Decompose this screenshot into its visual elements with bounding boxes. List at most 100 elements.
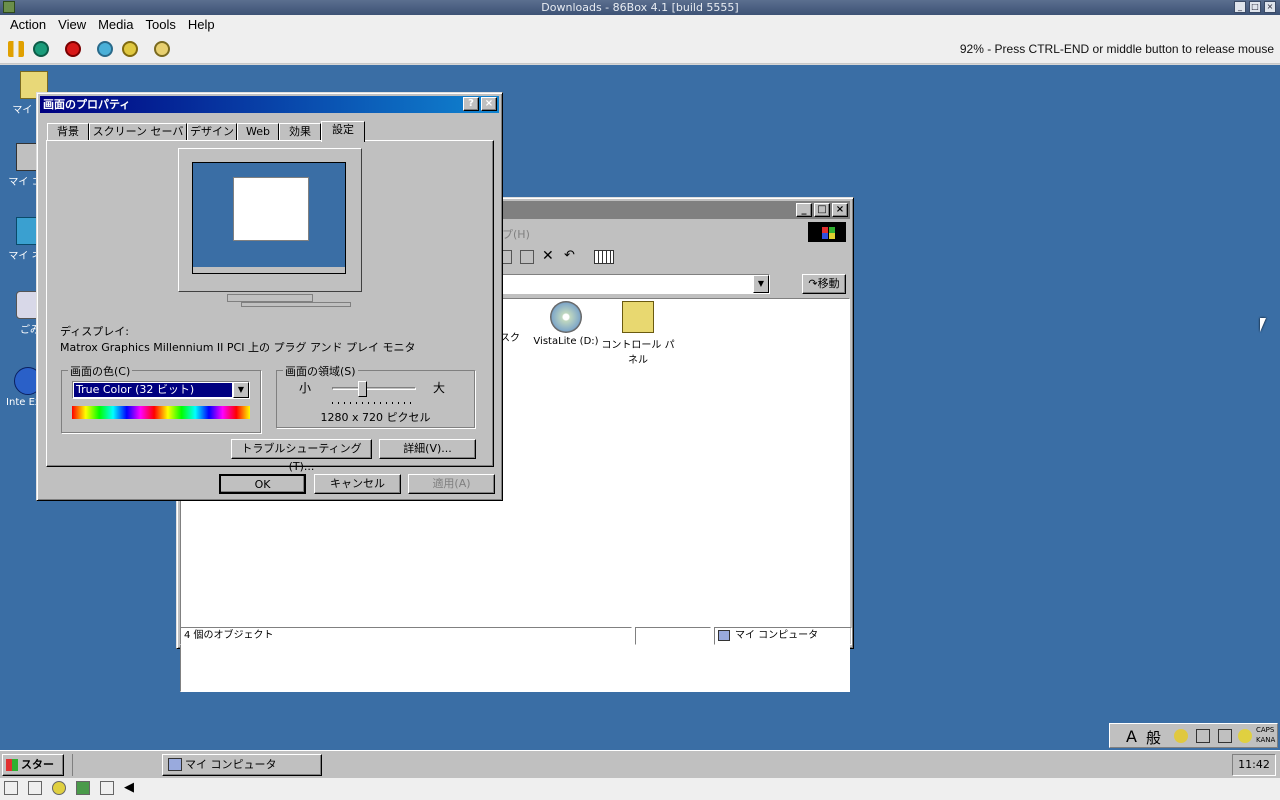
tab-effects[interactable]: 効果 — [279, 123, 321, 141]
ime-toolbar: A 般 CAPS KANA — [1109, 723, 1278, 748]
tab-design[interactable]: デザイン — [187, 123, 237, 141]
quick-launch — [72, 754, 152, 776]
monitor-base — [241, 302, 351, 307]
status-location: マイ コンピュータ — [714, 627, 852, 645]
colors-select[interactable]: True Color (32 ビット) ▼ — [72, 381, 250, 399]
colors-group: 画面の色(C) True Color (32 ビット) ▼ — [61, 363, 261, 433]
tab-web[interactable]: Web — [237, 123, 279, 141]
troubleshoot-button[interactable]: トラブルシューティング(T)... — [231, 439, 372, 473]
drive-item-vistalite[interactable]: VistaLite (D:) — [527, 301, 605, 347]
close-button[interactable]: × — [481, 97, 497, 111]
floppy-drive-2-icon[interactable] — [28, 781, 42, 795]
resolution-value: 1280 x 720 ピクセル — [320, 411, 431, 424]
floppy-drive-icon[interactable] — [4, 781, 18, 795]
menu-action[interactable]: Action — [4, 15, 52, 34]
pause-icon[interactable] — [8, 41, 24, 57]
explorer-statusbar: 4 個のオブジェクト マイ コンピュータ — [180, 627, 852, 645]
screen-area-group: 画面の領域(S) 小 大 1280 x 720 ピクセル — [276, 363, 475, 428]
hard-disk-icon[interactable] — [76, 781, 90, 795]
cdrom-icon[interactable] — [52, 781, 66, 795]
ok-button[interactable]: OK — [219, 474, 306, 494]
preview-screen — [192, 162, 346, 274]
ime-conversion-label[interactable]: 般 — [1146, 727, 1161, 748]
host-window-title: Downloads - 86Box 4.1 [build 5555] — [541, 1, 739, 14]
menu-help[interactable]: プ(H) — [502, 226, 530, 242]
computer-icon — [718, 630, 730, 641]
ime-mode-label[interactable]: A — [1126, 727, 1137, 746]
preview-window — [233, 177, 309, 241]
preview-taskbar — [193, 267, 345, 273]
object-count: 4 個のオブジェクト — [180, 627, 632, 645]
taskbar-task-my-computer[interactable]: マイ コンピュータ — [162, 754, 322, 776]
maximize-button[interactable]: □ — [814, 203, 830, 217]
ime-help-icon[interactable] — [1238, 729, 1252, 743]
caps-indicator: CAPS — [1256, 726, 1275, 734]
settings-panel: ディスプレイ: Matrox Graphics Millennium II PC… — [46, 140, 494, 473]
mouse-status-text: 92% - Press CTRL-END or middle button to… — [959, 42, 1274, 56]
tab-settings[interactable]: 設定 — [321, 121, 365, 142]
go-button[interactable]: ↷移動 — [802, 274, 846, 294]
slider-ticks — [332, 402, 416, 404]
close-button[interactable]: × — [1264, 1, 1276, 13]
slider-thumb[interactable] — [358, 381, 367, 397]
minimize-button[interactable]: _ — [796, 203, 812, 217]
monitor-stand — [227, 294, 313, 302]
reset-icon[interactable] — [33, 41, 49, 57]
ime-dict-icon[interactable] — [1218, 729, 1232, 743]
host-toolbar: 92% - Press CTRL-END or middle button to… — [0, 34, 1280, 64]
apply-button[interactable]: 適用(A) — [408, 474, 495, 494]
control-panel-icon — [622, 301, 654, 333]
computer-icon — [168, 758, 182, 771]
windows-logo-icon — [808, 222, 846, 242]
kana-indicator: KANA — [1256, 736, 1276, 744]
network-icon[interactable] — [100, 781, 114, 795]
monitor-preview — [178, 148, 362, 292]
cd-drive-icon — [550, 301, 582, 333]
views-icon[interactable] — [594, 250, 614, 264]
menu-view[interactable]: View — [52, 15, 92, 34]
system-tray-clock[interactable]: 11:42 — [1232, 754, 1276, 776]
slider-track — [332, 387, 416, 390]
host-menubar: Action View Media Tools Help — [0, 15, 1280, 34]
host-title-bar: Downloads - 86Box 4.1 [build 5555] _ □ × — [0, 0, 1280, 15]
screen-area-label: 画面の領域(S) — [283, 363, 358, 379]
ime-pad-icon[interactable] — [1196, 729, 1210, 743]
mouse-cursor-icon — [1260, 318, 1266, 332]
ime-tool-icon[interactable] — [1174, 729, 1188, 743]
control-panel-item[interactable]: コントロール パネル — [599, 301, 677, 366]
undo-icon[interactable] — [520, 250, 534, 264]
menu-media[interactable]: Media — [92, 15, 139, 34]
settings-icon[interactable] — [154, 41, 170, 57]
ctrl-alt-esc-icon[interactable] — [122, 41, 138, 57]
status-blank — [635, 627, 711, 645]
ctrl-alt-del-icon[interactable] — [97, 41, 113, 57]
display-properties-dialog: 画面のプロパティ ? × 背景 スクリーン セーバー デザイン Web 効果 設… — [36, 92, 503, 501]
advanced-button[interactable]: 詳細(V)... — [379, 439, 476, 459]
color-spectrum-bar — [72, 406, 250, 419]
menu-help[interactable]: Help — [182, 15, 221, 34]
sound-icon[interactable]: ◀ — [124, 781, 138, 795]
tab-background[interactable]: 背景 — [47, 123, 89, 141]
menu-tools[interactable]: Tools — [140, 15, 182, 34]
dialog-title: 画面のプロパティ — [43, 98, 131, 111]
chevron-down-icon[interactable]: ▼ — [233, 382, 249, 398]
start-button[interactable]: スタート — [2, 754, 64, 791]
redo-icon[interactable]: ↶ — [564, 248, 575, 263]
delete-icon[interactable]: ✕ — [542, 248, 554, 264]
help-button[interactable]: ? — [463, 97, 479, 111]
chevron-down-icon[interactable]: ▼ — [753, 275, 769, 293]
cancel-button[interactable]: キャンセル — [314, 474, 401, 494]
tab-screensaver[interactable]: スクリーン セーバー — [89, 123, 187, 154]
windows-logo-icon — [6, 759, 18, 771]
close-button[interactable]: × — [832, 203, 848, 217]
dialog-title-bar: 画面のプロパティ ? × — [40, 96, 499, 113]
area-small-label: 小 — [299, 381, 312, 395]
colors-label: 画面の色(C) — [68, 363, 133, 379]
taskbar: スタート マイ コンピュータ 11:42 — [0, 750, 1280, 791]
power-icon[interactable] — [65, 41, 81, 57]
colors-value: True Color (32 ビット) — [74, 383, 232, 397]
display-value: Matrox Graphics Millennium II PCI 上の プラグ… — [60, 341, 416, 354]
resolution-slider[interactable] — [332, 381, 416, 404]
maximize-button[interactable]: □ — [1249, 1, 1261, 13]
minimize-button[interactable]: _ — [1234, 1, 1246, 13]
